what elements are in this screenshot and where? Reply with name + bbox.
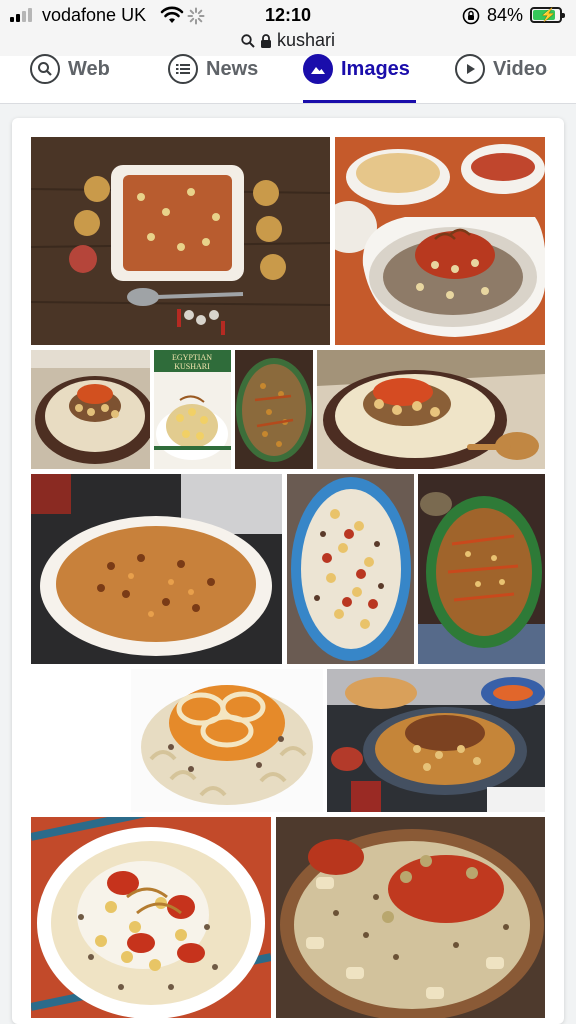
image-result-8[interactable]: [287, 474, 414, 664]
image-result-4[interactable]: EGYPTIAN KUSHARI: [154, 350, 231, 469]
image-result-13[interactable]: [276, 817, 545, 1018]
tab-web-label: Web: [68, 57, 110, 80]
battery-percentage: 84%: [487, 5, 524, 25]
thumb-caption-kushari: KUSHARI: [174, 362, 210, 371]
image-result-7[interactable]: [31, 474, 282, 664]
rotation-lock-icon: [462, 7, 480, 25]
tab-images[interactable]: Images: [303, 54, 410, 84]
image-result-1[interactable]: [31, 137, 330, 345]
tab-news-label: News: [206, 57, 259, 80]
browser-screen: vodafone UK 12:10 84% ⚡ kushari Web News…: [0, 0, 576, 1024]
address-query: kushari: [276, 30, 336, 50]
image-results-grid: EGYPTIAN KUSHARI: [12, 118, 564, 1024]
image-result-3[interactable]: [31, 350, 150, 469]
image-result-12[interactable]: [31, 817, 271, 1018]
address-bar[interactable]: kushari: [0, 30, 576, 51]
image-result-9[interactable]: [418, 474, 545, 664]
tab-video-label: Video: [493, 57, 548, 80]
status-bar: vodafone UK 12:10 84% ⚡ kushari: [0, 0, 576, 60]
image-result-5[interactable]: [235, 350, 313, 469]
image-result-10[interactable]: [131, 669, 323, 812]
tab-video[interactable]: Video: [455, 54, 548, 84]
tab-web[interactable]: Web: [30, 54, 110, 84]
search-tabs: Web News Images Video: [0, 54, 576, 104]
lock-icon: [260, 34, 271, 48]
tab-images-label: Images: [341, 57, 410, 80]
image-icon: [303, 54, 333, 84]
search-icon: [241, 34, 255, 48]
play-icon: [455, 54, 485, 84]
image-result-6[interactable]: [317, 350, 545, 469]
image-result-2[interactable]: [335, 137, 545, 345]
news-icon: [168, 54, 198, 84]
search-icon: [30, 54, 60, 84]
charging-bolt-icon: ⚡: [540, 7, 557, 22]
tab-news[interactable]: News: [168, 54, 259, 84]
image-result-11[interactable]: [327, 669, 545, 812]
active-tab-indicator: [303, 100, 416, 103]
thumb-caption-egyptian: EGYPTIAN: [172, 353, 212, 362]
